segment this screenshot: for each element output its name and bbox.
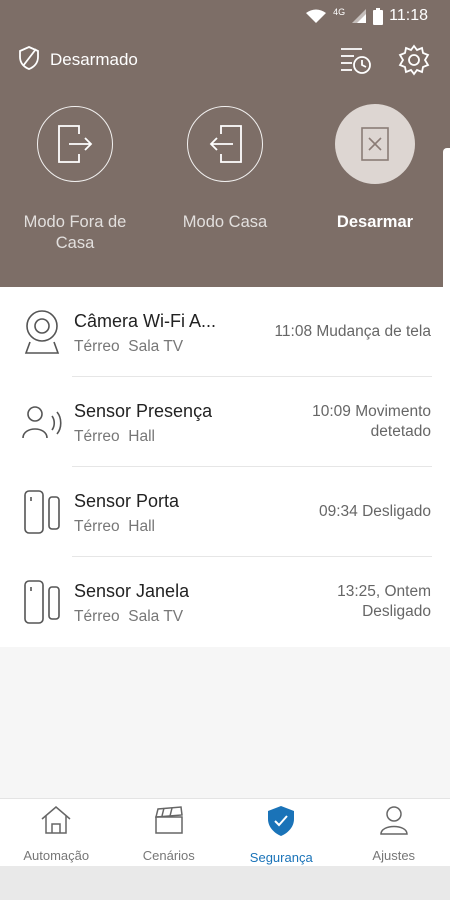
security-status: Desarmado (50, 50, 138, 69)
nav-automacao[interactable]: Automação (0, 799, 113, 867)
mode-home-label: Modo Casa (182, 213, 268, 231)
device-row-window[interactable]: Sensor Janela Térreo Sala TV 13:25, Onte… (0, 557, 450, 647)
mode-home-button[interactable]: Modo Casa (155, 106, 295, 233)
motion-sensor-icon (20, 397, 64, 447)
battery-icon (373, 7, 384, 25)
signal-icon (351, 8, 367, 24)
nav-seguranca[interactable]: Segurança (225, 799, 338, 867)
nav-label: Segurança (249, 850, 313, 865)
nav-ajustes[interactable]: Ajustes (338, 799, 450, 867)
status-bar: 4G 11:18 (0, 0, 450, 32)
device-location: Térreo Sala TV (74, 338, 184, 355)
clapperboard-icon (154, 805, 184, 840)
device-event: 13:25, Ontem Desligado (337, 583, 431, 620)
window-sensor-icon (20, 577, 64, 627)
user-icon (379, 805, 409, 840)
device-row-motion[interactable]: Sensor Presença Térreo Hall 10:09 Movime… (0, 377, 450, 467)
device-event: 11:08 Mudança de tela (274, 323, 431, 340)
security-header: 4G 11:18 Desarmado Modo Fora de Casa Mod… (0, 0, 450, 287)
device-row-door[interactable]: Sensor Porta Térreo Hall 09:34 Desligado (0, 467, 450, 557)
device-name: Sensor Janela (74, 581, 190, 601)
device-name: Sensor Presença (74, 401, 213, 421)
wifi-icon (305, 8, 327, 24)
mode-away-button[interactable]: Modo Fora de Casa (5, 106, 145, 254)
mode-disarm-button[interactable]: Desarmar (305, 104, 445, 233)
device-list: Câmera Wi-Fi A... Térreo Sala TV 11:08 M… (0, 287, 450, 647)
gear-icon[interactable] (396, 42, 432, 78)
clock: 11:18 (389, 7, 428, 24)
nav-label: Automação (23, 848, 90, 863)
device-event: 09:34 Desligado (318, 503, 431, 520)
door-sensor-icon (20, 487, 64, 537)
bottom-navigation: Automação Cenários Segurança Ajustes (0, 798, 450, 867)
mode-away-label: Modo Fora de Casa (23, 213, 127, 252)
device-location: Térreo Hall (74, 428, 155, 445)
device-location: Térreo Sala TV (74, 608, 184, 625)
mode-disarm-label: Desarmar (336, 213, 414, 231)
shield-check-icon (267, 805, 295, 842)
history-icon[interactable] (338, 42, 374, 78)
exit-door-icon (37, 106, 113, 182)
device-row-camera[interactable]: Câmera Wi-Fi A... Térreo Sala TV 11:08 M… (0, 287, 450, 377)
nav-label: Ajustes (372, 848, 416, 863)
network-type: 4G (333, 7, 346, 17)
system-bar (0, 866, 450, 900)
nav-cenarios[interactable]: Cenários (113, 799, 226, 867)
device-event: 10:09 Movimento detetado (312, 403, 431, 440)
device-name: Câmera Wi-Fi A... (74, 311, 217, 331)
nav-label: Cenários (142, 848, 195, 863)
enter-door-icon (187, 106, 263, 182)
camera-icon (20, 307, 64, 357)
shield-off-icon (18, 45, 40, 75)
device-location: Térreo Hall (74, 518, 155, 535)
home-icon (40, 805, 72, 840)
disarm-icon (335, 104, 415, 184)
device-name: Sensor Porta (74, 491, 180, 511)
